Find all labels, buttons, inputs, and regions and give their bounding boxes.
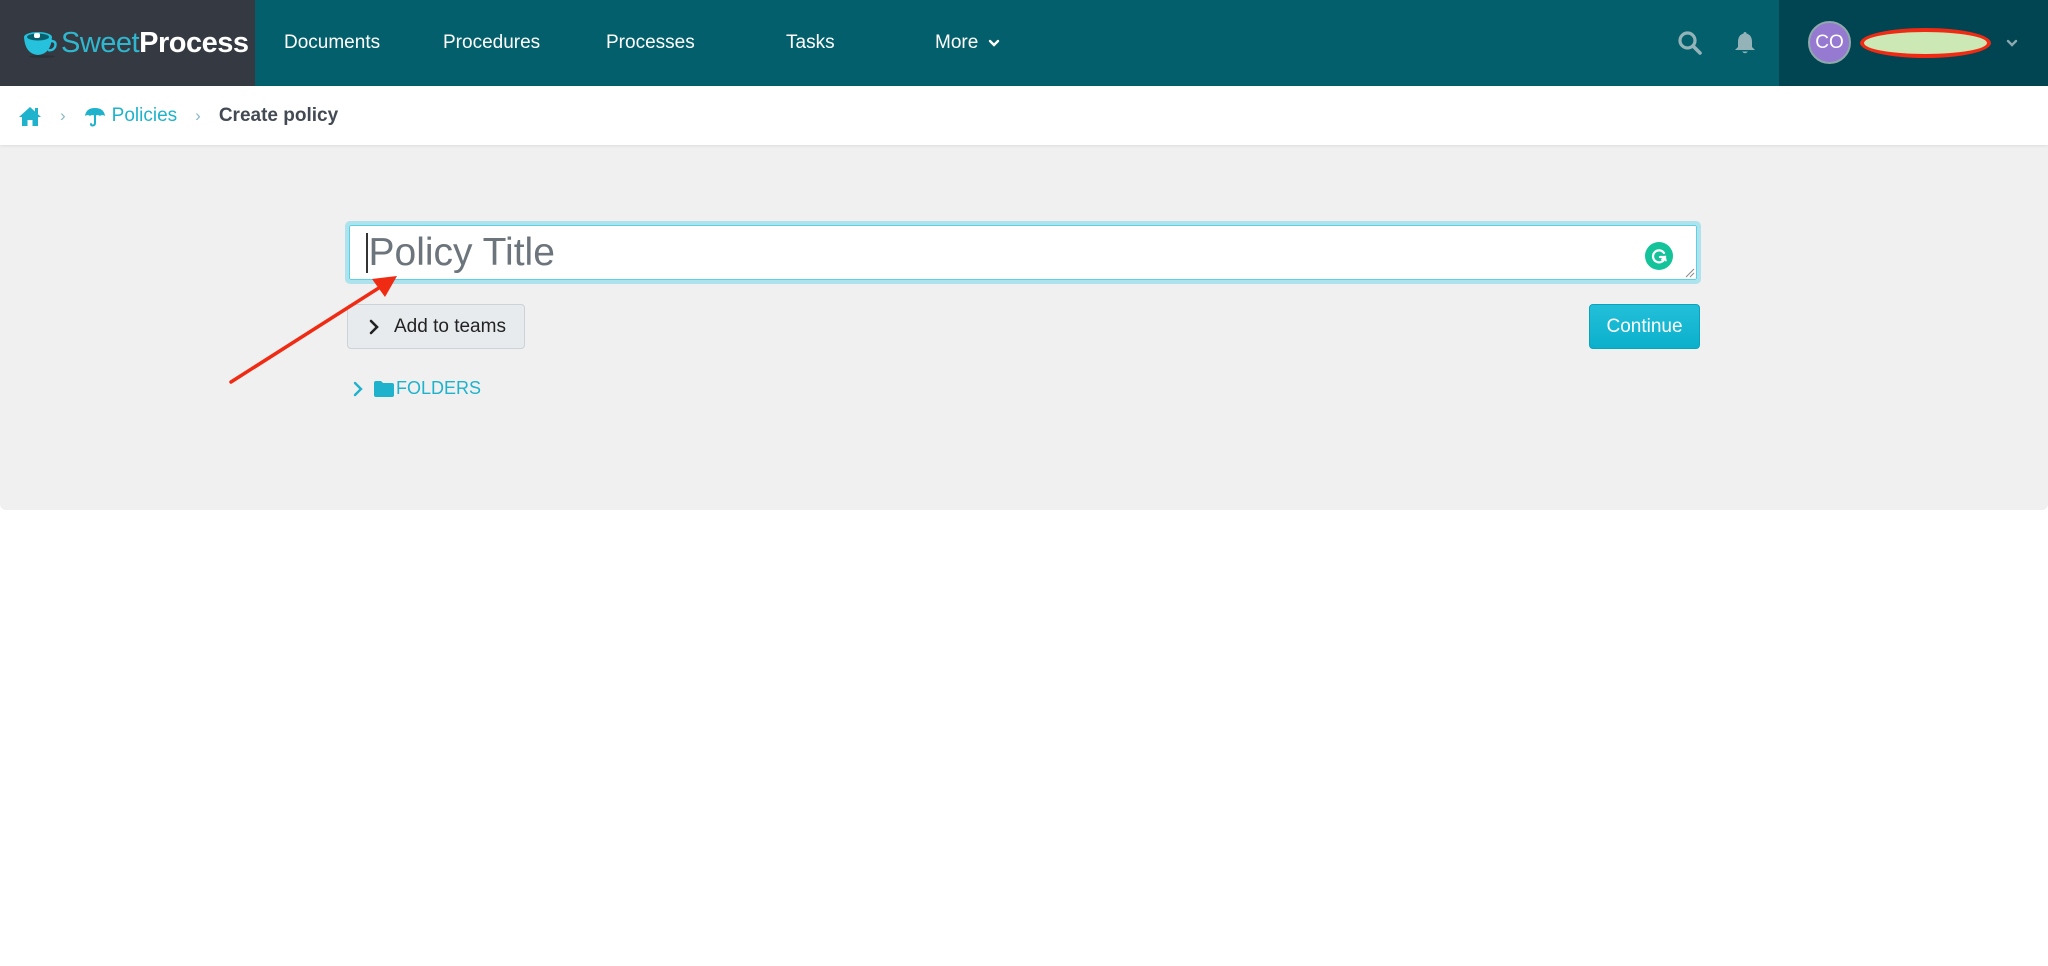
logo-text: SweetProcess — [61, 26, 249, 59]
nav-more-dropdown[interactable]: More — [935, 0, 1000, 86]
breadcrumb-policies-label: Policies — [111, 104, 178, 126]
breadcrumb-current: Create policy — [218, 104, 339, 126]
cup-logo-icon — [24, 32, 57, 58]
avatar-initials: CO — [1815, 31, 1844, 53]
breadcrumb-separator: › — [195, 105, 201, 125]
search-icon[interactable] — [1677, 30, 1703, 56]
text-caret — [366, 232, 368, 273]
nav-procedures-label: Procedures — [443, 32, 541, 53]
chevron-down-icon — [989, 39, 1000, 47]
continue-button[interactable]: Continue — [1589, 304, 1700, 349]
nav-tasks-label: Tasks — [786, 32, 835, 53]
nav-more-label: More — [935, 32, 979, 53]
policy-title-field[interactable]: Policy Title — [345, 221, 1701, 284]
breadcrumb: › Policies › Create policy — [0, 86, 2048, 145]
logo[interactable]: SweetProcess — [0, 0, 255, 86]
chevron-right-icon — [369, 319, 379, 334]
umbrella-icon — [84, 107, 105, 127]
home-icon[interactable] — [18, 105, 42, 127]
top-navbar: SweetProcess Documents Procedures Proces… — [0, 0, 2048, 86]
bell-icon[interactable] — [1732, 30, 1758, 56]
nav-processes[interactable]: Processes — [606, 0, 695, 86]
avatar[interactable]: CO — [1808, 21, 1851, 64]
redacted-username — [1860, 28, 1991, 58]
folders-label: FOLDERS — [396, 378, 482, 398]
main-panel — [0, 145, 2048, 510]
policy-title-input[interactable]: Policy Title — [349, 225, 1697, 280]
nav-procedures[interactable]: Procedures — [443, 0, 540, 86]
chevron-down-icon[interactable] — [2005, 36, 2019, 50]
folders-toggle[interactable]: FOLDERS — [352, 378, 481, 399]
add-to-teams-button[interactable]: Add to teams — [347, 304, 525, 349]
nav-documents[interactable]: Documents — [284, 0, 380, 86]
nav-tasks[interactable]: Tasks — [786, 0, 835, 86]
add-to-teams-label: Add to teams — [394, 315, 506, 337]
grammarly-icon[interactable] — [1645, 242, 1673, 270]
resize-handle-icon[interactable] — [1685, 268, 1695, 278]
breadcrumb-separator: › — [60, 105, 66, 125]
nav-documents-label: Documents — [284, 32, 381, 53]
continue-label: Continue — [1606, 315, 1683, 337]
chevron-right-icon — [353, 381, 363, 396]
breadcrumb-policies[interactable]: Policies — [84, 105, 177, 127]
policy-title-placeholder: Policy Title — [368, 230, 555, 274]
nav-processes-label: Processes — [606, 32, 695, 53]
folder-icon — [374, 380, 394, 397]
